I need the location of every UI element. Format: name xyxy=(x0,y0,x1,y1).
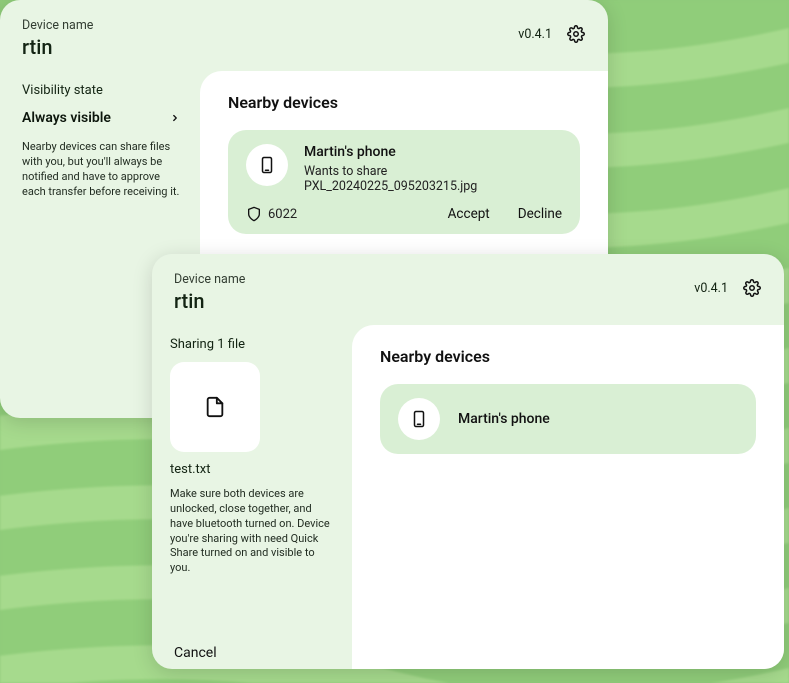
window-send: Device name rtin v0.4.1 Sharing 1 file t… xyxy=(152,254,784,669)
request-device-name: Martin's phone xyxy=(304,144,562,160)
device-avatar xyxy=(398,398,440,440)
settings-button[interactable] xyxy=(742,278,762,298)
gear-icon xyxy=(743,279,761,297)
nearby-title: Nearby devices xyxy=(380,347,756,366)
nearby-device-name: Martin's phone xyxy=(458,411,550,427)
file-tile[interactable] xyxy=(170,362,260,452)
nearby-title: Nearby devices xyxy=(228,93,580,112)
header: Device name rtin v0.4.1 xyxy=(0,0,608,71)
device-name: rtin xyxy=(22,35,93,59)
sharing-label: Sharing 1 file xyxy=(170,337,334,352)
sharing-hint: Make sure both devices are unlocked, clo… xyxy=(170,487,334,576)
version-label: v0.4.1 xyxy=(694,281,728,296)
pin-code: 6022 xyxy=(268,207,297,222)
device-name-label: Device name xyxy=(22,18,93,33)
phone-icon xyxy=(258,154,276,176)
incoming-request-card: Martin's phone Wants to share PXL_202402… xyxy=(228,130,580,234)
visibility-label: Visibility state xyxy=(22,83,182,98)
version-label: v0.4.1 xyxy=(518,27,552,42)
nearby-panel: Nearby devices Martin's phone xyxy=(352,325,784,669)
settings-button[interactable] xyxy=(566,24,586,44)
sidebar-sharing: Sharing 1 file test.txt Make sure both d… xyxy=(152,325,352,669)
decline-button[interactable]: Decline xyxy=(518,206,562,222)
chevron-right-icon xyxy=(168,111,182,125)
file-icon xyxy=(204,394,226,420)
gear-icon xyxy=(567,25,585,43)
device-avatar xyxy=(246,144,288,186)
header: Device name rtin v0.4.1 xyxy=(152,254,784,325)
visibility-value: Always visible xyxy=(22,110,111,126)
device-name: rtin xyxy=(174,289,245,313)
cancel-button[interactable]: Cancel xyxy=(170,639,221,667)
request-message: Wants to share PXL_20240225_095203215.jp… xyxy=(304,164,562,194)
accept-button[interactable]: Accept xyxy=(448,206,490,222)
file-name: test.txt xyxy=(170,462,334,477)
pin-row: 6022 xyxy=(246,206,297,222)
device-name-label: Device name xyxy=(174,272,245,287)
shield-icon xyxy=(246,206,262,222)
visibility-selector[interactable]: Always visible xyxy=(22,108,182,128)
nearby-device[interactable]: Martin's phone xyxy=(380,384,756,454)
visibility-hint: Nearby devices can share files with you,… xyxy=(22,140,182,199)
phone-icon xyxy=(410,408,428,430)
